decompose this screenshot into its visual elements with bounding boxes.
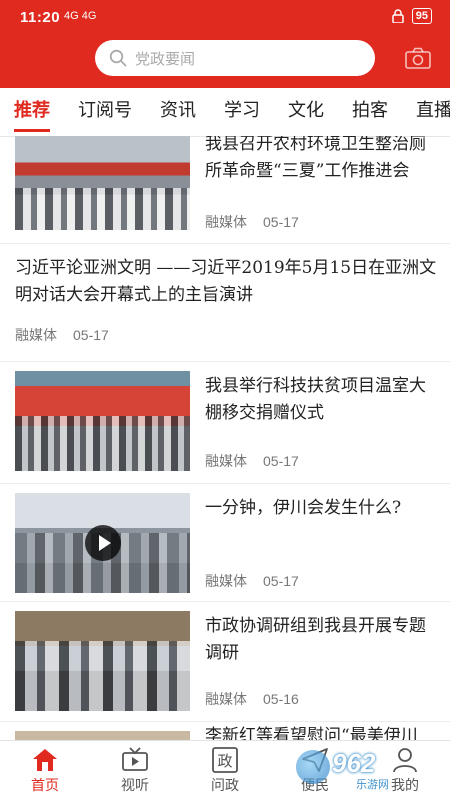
news-feed: 我县召开农村环境卫生整治厕所革命暨“三夏”工作推进会 融媒体 05-17 习近平论… (0, 136, 450, 740)
camera-icon[interactable] (405, 47, 431, 69)
watermark-subtext: 乐游网 (356, 779, 389, 791)
category-tabs: 推荐 订阅号 资讯 学习 文化 拍客 直播 (0, 88, 450, 137)
news-thumbnail (15, 371, 190, 471)
news-thumbnail (15, 611, 190, 711)
play-icon[interactable] (85, 525, 121, 561)
tv-icon (122, 747, 148, 771)
watermark-circle (296, 750, 330, 784)
news-meta: 融媒体 05-17 (205, 571, 299, 591)
news-title: 我县召开农村环境卫生整治厕所革命暨“三夏”工作推进会 (205, 136, 426, 181)
home-icon (33, 749, 57, 771)
tab-culture[interactable]: 文化 (274, 88, 338, 136)
news-title: 我县举行科技扶贫项目温室大棚移交捐赠仪式 (205, 376, 426, 423)
news-item[interactable]: 我县举行科技扶贫项目温室大棚移交捐赠仪式 融媒体 05-17 (0, 361, 450, 484)
news-title: 市政协调研组到我县开展专题调研 (205, 616, 426, 663)
tab-live[interactable]: 直播 (402, 88, 450, 136)
news-date: 05-17 (73, 327, 109, 343)
news-thumbnail (15, 493, 190, 593)
news-date: 05-17 (263, 573, 299, 589)
app-header: 11:20 4G 4G 95 党政要闻 (0, 0, 450, 88)
search-bar[interactable]: 党政要闻 (95, 40, 375, 76)
nav-media[interactable]: 视听 (90, 741, 180, 801)
nav-home[interactable]: 首页 (0, 741, 90, 801)
search-icon (109, 49, 127, 67)
watermark-logo: 962 乐游网 (294, 746, 444, 792)
politics-icon: 政 (212, 747, 238, 773)
news-date: 05-16 (263, 691, 299, 707)
news-item[interactable]: 一分钟，伊川会发生什么? 融媒体 05-17 (0, 483, 450, 602)
news-title: 一分钟，伊川会发生什么? (205, 498, 402, 518)
nav-label: 视听 (121, 778, 149, 794)
news-item[interactable]: 我县召开农村环境卫生整治厕所革命暨“三夏”工作推进会 融媒体 05-17 (0, 136, 450, 244)
news-title: 李新红等看望慰问“最美伊川 (205, 726, 418, 740)
status-right: 95 (392, 8, 432, 24)
signal-icon: 4G 4G (64, 10, 97, 22)
news-item[interactable]: 李新红等看望慰问“最美伊川 (0, 721, 450, 740)
status-time: 11:20 (20, 9, 61, 26)
battery-indicator: 95 (411, 8, 432, 24)
news-source: 融媒体 (205, 453, 247, 469)
tab-subscriptions[interactable]: 订阅号 (64, 88, 146, 136)
news-item[interactable]: 习近平论亚洲文明 ——习近平2019年5月15日在亚洲文明对话大会开幕式上的主旨… (0, 243, 450, 362)
tab-news[interactable]: 资讯 (146, 88, 210, 136)
news-date: 05-17 (263, 453, 299, 469)
watermark-text: 962 (332, 748, 376, 778)
news-meta: 融媒体 05-17 (205, 212, 299, 232)
news-source: 融媒体 (205, 214, 247, 230)
tab-recommend[interactable]: 推荐 (0, 88, 64, 136)
news-meta: 融媒体 05-16 (205, 689, 299, 709)
news-source: 融媒体 (205, 691, 247, 707)
lock-icon (392, 9, 404, 23)
news-date: 05-17 (263, 214, 299, 230)
news-title: 习近平论亚洲文明 ——习近平2019年5月15日在亚洲文明对话大会开幕式上的主旨… (15, 258, 437, 305)
news-meta: 融媒体 05-17 (15, 325, 109, 345)
news-thumbnail (15, 136, 190, 230)
nav-label: 首页 (31, 778, 59, 794)
status-bar: 11:20 4G 4G 95 (0, 0, 450, 36)
news-thumbnail (15, 731, 190, 740)
tab-photographer[interactable]: 拍客 (338, 88, 402, 136)
nav-politics[interactable]: 政 问政 (180, 741, 270, 801)
news-meta: 融媒体 05-17 (205, 451, 299, 471)
svg-text:政: 政 (217, 752, 232, 770)
search-placeholder: 党政要闻 (135, 49, 196, 68)
thumbnail-detail (15, 187, 190, 230)
news-source: 融媒体 (15, 327, 57, 343)
news-source: 融媒体 (205, 573, 247, 589)
tab-study[interactable]: 学习 (210, 88, 274, 136)
news-item[interactable]: 市政协调研组到我县开展专题调研 融媒体 05-16 (0, 601, 450, 722)
nav-label: 问政 (211, 778, 239, 794)
thumbnail-detail (15, 416, 190, 471)
thumbnail-detail (15, 641, 190, 711)
